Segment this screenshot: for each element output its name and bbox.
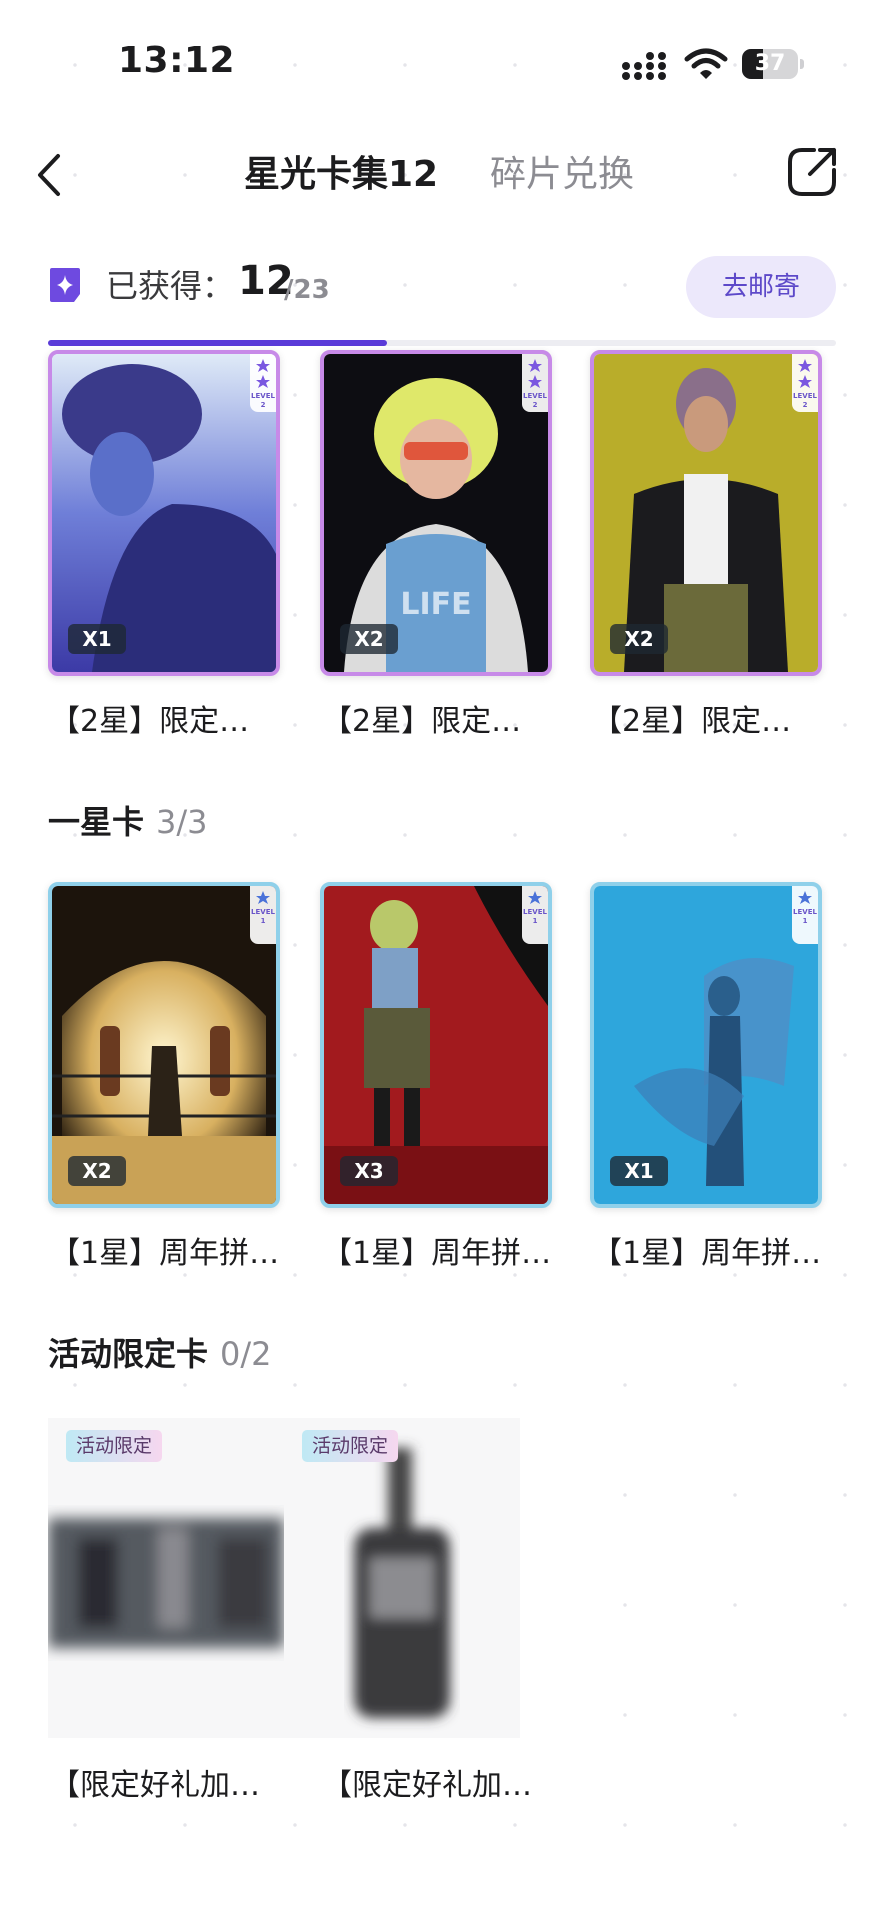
card-label: 【1星】周年拼… [592, 1236, 822, 1271]
collection-progress-fill [48, 340, 387, 346]
card-2star-3[interactable]: LEVEL 2 X2 [590, 350, 822, 676]
wifi-icon [684, 48, 728, 79]
collection-progress-bar [48, 340, 836, 346]
level-tag: LEVEL 1 [522, 886, 548, 944]
obtained-label: 已获得： [106, 267, 235, 305]
card-1star-2[interactable]: LEVEL 1 X3 [320, 882, 552, 1208]
quantity-badge: X2 [610, 624, 668, 654]
chevron-left-icon[interactable] [30, 150, 70, 200]
level-tag: LEVEL 2 [522, 354, 548, 412]
card-label: 【1星】周年拼… [50, 1236, 280, 1271]
event-card-1[interactable]: 活动限定 [48, 1418, 284, 1738]
event-card-artwork [284, 1418, 520, 1738]
card-label: 【1星】周年拼… [322, 1236, 552, 1271]
quantity-badge: X3 [340, 1156, 398, 1186]
card-label: 【限定好礼加… [50, 1768, 260, 1803]
quantity-badge: X2 [68, 1156, 126, 1186]
event-card-artwork [48, 1418, 284, 1738]
event-section-title: 活动限定卡 0/2 [48, 1332, 272, 1376]
quantity-badge: X1 [610, 1156, 668, 1186]
cellular-signal-icon [622, 52, 666, 80]
quantity-badge: X2 [340, 624, 398, 654]
level-text: LEVEL 1 [523, 908, 547, 925]
collection-summary: 已获得： 12 /23 去邮寄 [0, 250, 883, 330]
tab-star-collection[interactable]: 星光卡集12 [244, 150, 438, 200]
card-label: 【限定好礼加… [322, 1768, 532, 1803]
quantity-badge: X1 [68, 624, 126, 654]
card-label: 【2星】限定… [50, 704, 250, 739]
sparkle-icon [50, 268, 80, 302]
battery-icon: 37 [742, 49, 798, 79]
event-card-2[interactable]: 活动限定 [284, 1418, 520, 1738]
card-1star-1[interactable]: LEVEL 1 X2 [48, 882, 280, 1208]
section-count: 3/3 [156, 803, 208, 841]
level-text: LEVEL 2 [793, 392, 817, 409]
level-tag: LEVEL 2 [792, 354, 818, 412]
level-tag: LEVEL 1 [792, 886, 818, 944]
one-star-section-title: 一星卡 3/3 [48, 800, 208, 844]
top-nav: 星光卡集12 碎片兑换 [0, 130, 883, 230]
level-text: LEVEL 1 [251, 908, 275, 925]
share-icon[interactable] [784, 144, 840, 200]
section-title-text: 活动限定卡 [48, 1335, 209, 1373]
level-tag: LEVEL 2 [250, 354, 276, 412]
battery-cap [800, 59, 804, 69]
level-text: LEVEL 2 [523, 392, 547, 409]
card-label: 【2星】限定… [592, 704, 792, 739]
level-text: LEVEL 1 [793, 908, 817, 925]
tab-fragment-exchange[interactable]: 碎片兑换 [490, 150, 634, 200]
battery-percent: 37 [754, 51, 786, 76]
card-2star-1[interactable]: LEVEL 2 X1 [48, 350, 280, 676]
section-title-text: 一星卡 [48, 803, 145, 841]
card-2star-2[interactable]: LIFE LEVEL 2 X2 [320, 350, 552, 676]
svg-text:LIFE: LIFE [400, 587, 471, 622]
status-time: 13:12 [118, 40, 236, 81]
status-bar: 13:12 37 [0, 0, 883, 120]
event-limited-badge: 活动限定 [302, 1430, 399, 1462]
obtained-total: /23 [284, 275, 330, 305]
level-tag: LEVEL 1 [250, 886, 276, 944]
section-count: 0/2 [220, 1335, 272, 1373]
card-label: 【2星】限定… [322, 704, 522, 739]
card-1star-3[interactable]: LEVEL 1 X1 [590, 882, 822, 1208]
go-mail-button[interactable]: 去邮寄 [686, 256, 836, 318]
level-text: LEVEL 2 [251, 392, 275, 409]
event-limited-badge: 活动限定 [66, 1430, 163, 1462]
